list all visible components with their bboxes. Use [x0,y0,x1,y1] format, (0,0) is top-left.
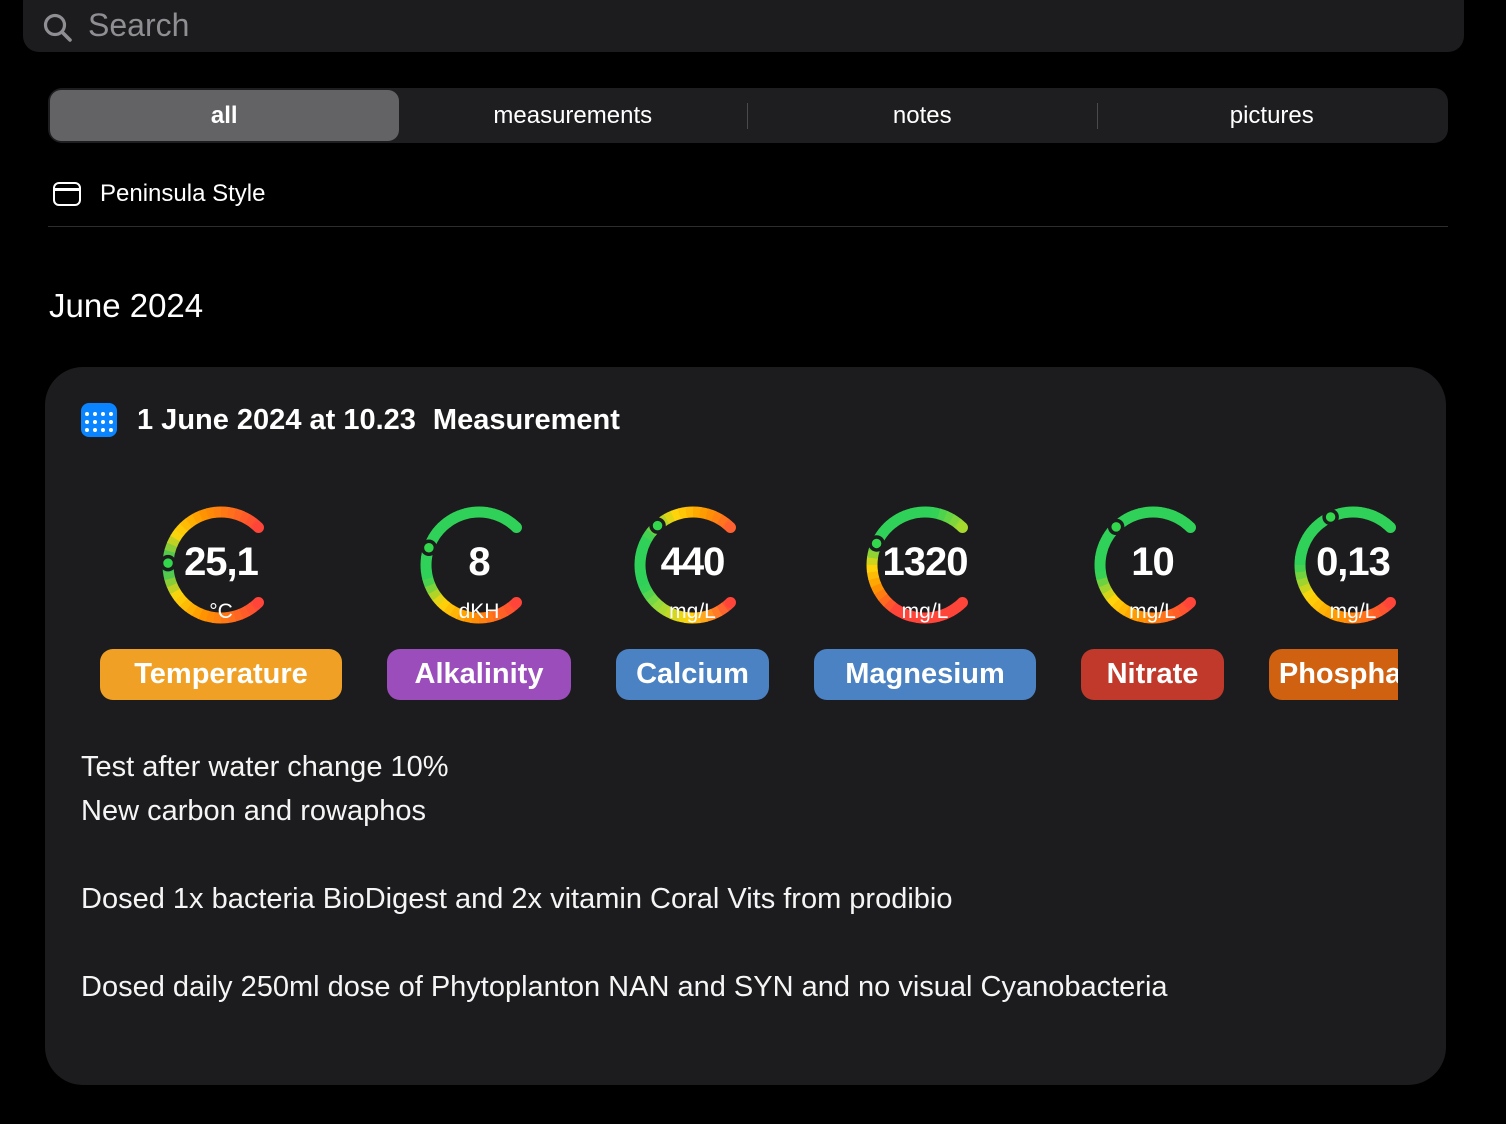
gauge-arc: 1320 mg/L [865,505,985,625]
gauge-unit-label: mg/L [1293,600,1398,624]
app-screen: Search all measurements notes pictures P… [0,0,1506,1124]
gauge-item-nitrate: 10 mg/L Nitrate [1081,505,1224,727]
tab-measurements[interactable]: measurements [399,90,748,141]
gauge-value: 440 [633,540,753,585]
gauge-arc: 10 mg/L [1093,505,1213,625]
search-icon [41,11,88,45]
card-timestamp: 1 June 2024 at 10.23 [137,404,416,436]
note-line: Dosed 1x bacteria BioDigest and 2x vitam… [81,877,1416,921]
note-line: New carbon and rowaphos [81,789,1416,833]
card-entry-type: Measurement [433,404,620,436]
gauge-pill-alkalinity: Alkalinity [387,649,571,700]
section-month-header: June 2024 [49,287,203,325]
gauge-pill-phosphate: Phosphate [1269,649,1398,700]
divider [48,226,1448,227]
gauge-item-alkalinity: 8 dKH Alkalinity [387,505,571,727]
gauges-row[interactable]: 25,1 °C Temperature 8 dKH Alkalinity 440 mg/L Ca… [100,505,1398,727]
gauge-arc: 25,1 °C [161,505,281,625]
gauge-pill-nitrate: Nitrate [1081,649,1224,700]
measurement-card[interactable]: 1 June 2024 at 10.23 Measurement 25,1 °C Te… [45,367,1446,1085]
gauge-pill-calcium: Calcium [616,649,769,700]
gauge-unit-label: mg/L [865,600,985,624]
search-input[interactable]: Search [23,0,1464,52]
gauge-pill-magnesium: Magnesium [814,649,1036,700]
gauge-unit-label: mg/L [633,600,753,624]
gauge-value: 0,13 [1293,540,1398,585]
card-header: 1 June 2024 at 10.23 Measurement [81,403,620,437]
gauge-item-magnesium: 1320 mg/L Magnesium [814,505,1036,727]
gauge-arc: 8 dKH [419,505,539,625]
tab-notes[interactable]: notes [748,90,1097,141]
gauge-arc: 440 mg/L [633,505,753,625]
gauge-value: 10 [1093,540,1213,585]
tank-row[interactable]: Peninsula Style [53,180,265,208]
filter-segmented-control: all measurements notes pictures [48,88,1448,143]
gauge-pill-temperature: Temperature [100,649,342,700]
card-title: 1 June 2024 at 10.23 Measurement [137,404,620,437]
gauge-value: 8 [419,540,539,585]
tab-all[interactable]: all [50,90,399,141]
gauge-value: 25,1 [161,540,281,585]
gauge-unit-label: mg/L [1093,600,1213,624]
note-line: Dosed daily 250ml dose of Phytoplanton N… [81,965,1416,1009]
tab-pictures[interactable]: pictures [1098,90,1447,141]
gauge-item-temperature: 25,1 °C Temperature [100,505,342,727]
note-line: Test after water change 10% [81,745,1416,789]
note-text: Test after water change 10% New carbon a… [81,745,1416,1009]
gauge-arc: 0,13 mg/L [1293,505,1398,625]
gauge-value: 1320 [865,540,985,585]
gauge-item-calcium: 440 mg/L Calcium [616,505,769,727]
search-placeholder: Search [88,5,189,45]
aquarium-icon [53,182,81,206]
gauge-unit-label: dKH [419,600,539,624]
gauge-unit-label: °C [161,600,281,624]
calendar-icon [81,403,117,437]
tank-name: Peninsula Style [100,180,265,208]
gauge-item-phosphate: 0,13 mg/L Phosphate [1269,505,1398,727]
